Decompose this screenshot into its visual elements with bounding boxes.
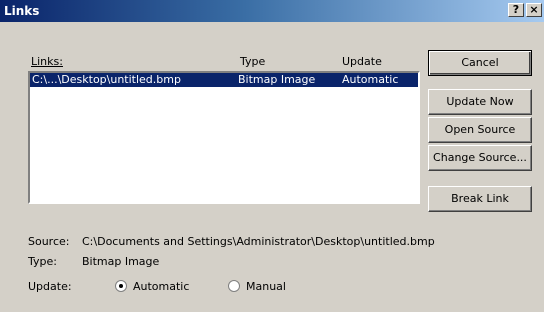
link-type: Bitmap Image: [238, 73, 316, 86]
help-button[interactable]: ?: [508, 3, 524, 17]
list-item[interactable]: C:\...\Desktop\untitled.bmp Bitmap Image…: [30, 73, 418, 87]
break-link-button[interactable]: Break Link: [428, 186, 532, 212]
automatic-radio[interactable]: [115, 280, 127, 292]
source-label: Source:: [28, 235, 70, 248]
title-bar: Links ? ×: [0, 0, 544, 22]
link-update-mode: Automatic: [342, 73, 399, 86]
open-source-button[interactable]: Open Source: [428, 117, 532, 143]
automatic-radio-label[interactable]: Automatic: [133, 280, 189, 293]
type-label: Type:: [28, 255, 57, 268]
link-path: C:\...\Desktop\untitled.bmp: [32, 73, 181, 86]
type-column-header: Type: [240, 55, 266, 68]
manual-radio[interactable]: [228, 280, 240, 292]
cancel-button[interactable]: Cancel: [428, 50, 532, 76]
window-title: Links: [4, 4, 40, 18]
update-label: Update:: [28, 280, 72, 293]
links-column-header: Links:: [31, 55, 63, 68]
change-source-button[interactable]: Change Source...: [428, 145, 532, 171]
update-now-button[interactable]: Update Now: [428, 89, 532, 115]
radio-selected-dot: [119, 284, 123, 288]
source-value: C:\Documents and Settings\Administrator\…: [82, 235, 435, 248]
update-column-header: Update: [342, 55, 382, 68]
close-button[interactable]: ×: [526, 3, 542, 17]
links-list[interactable]: C:\...\Desktop\untitled.bmp Bitmap Image…: [28, 71, 420, 204]
type-value: Bitmap Image: [82, 255, 160, 268]
manual-radio-label[interactable]: Manual: [246, 280, 286, 293]
